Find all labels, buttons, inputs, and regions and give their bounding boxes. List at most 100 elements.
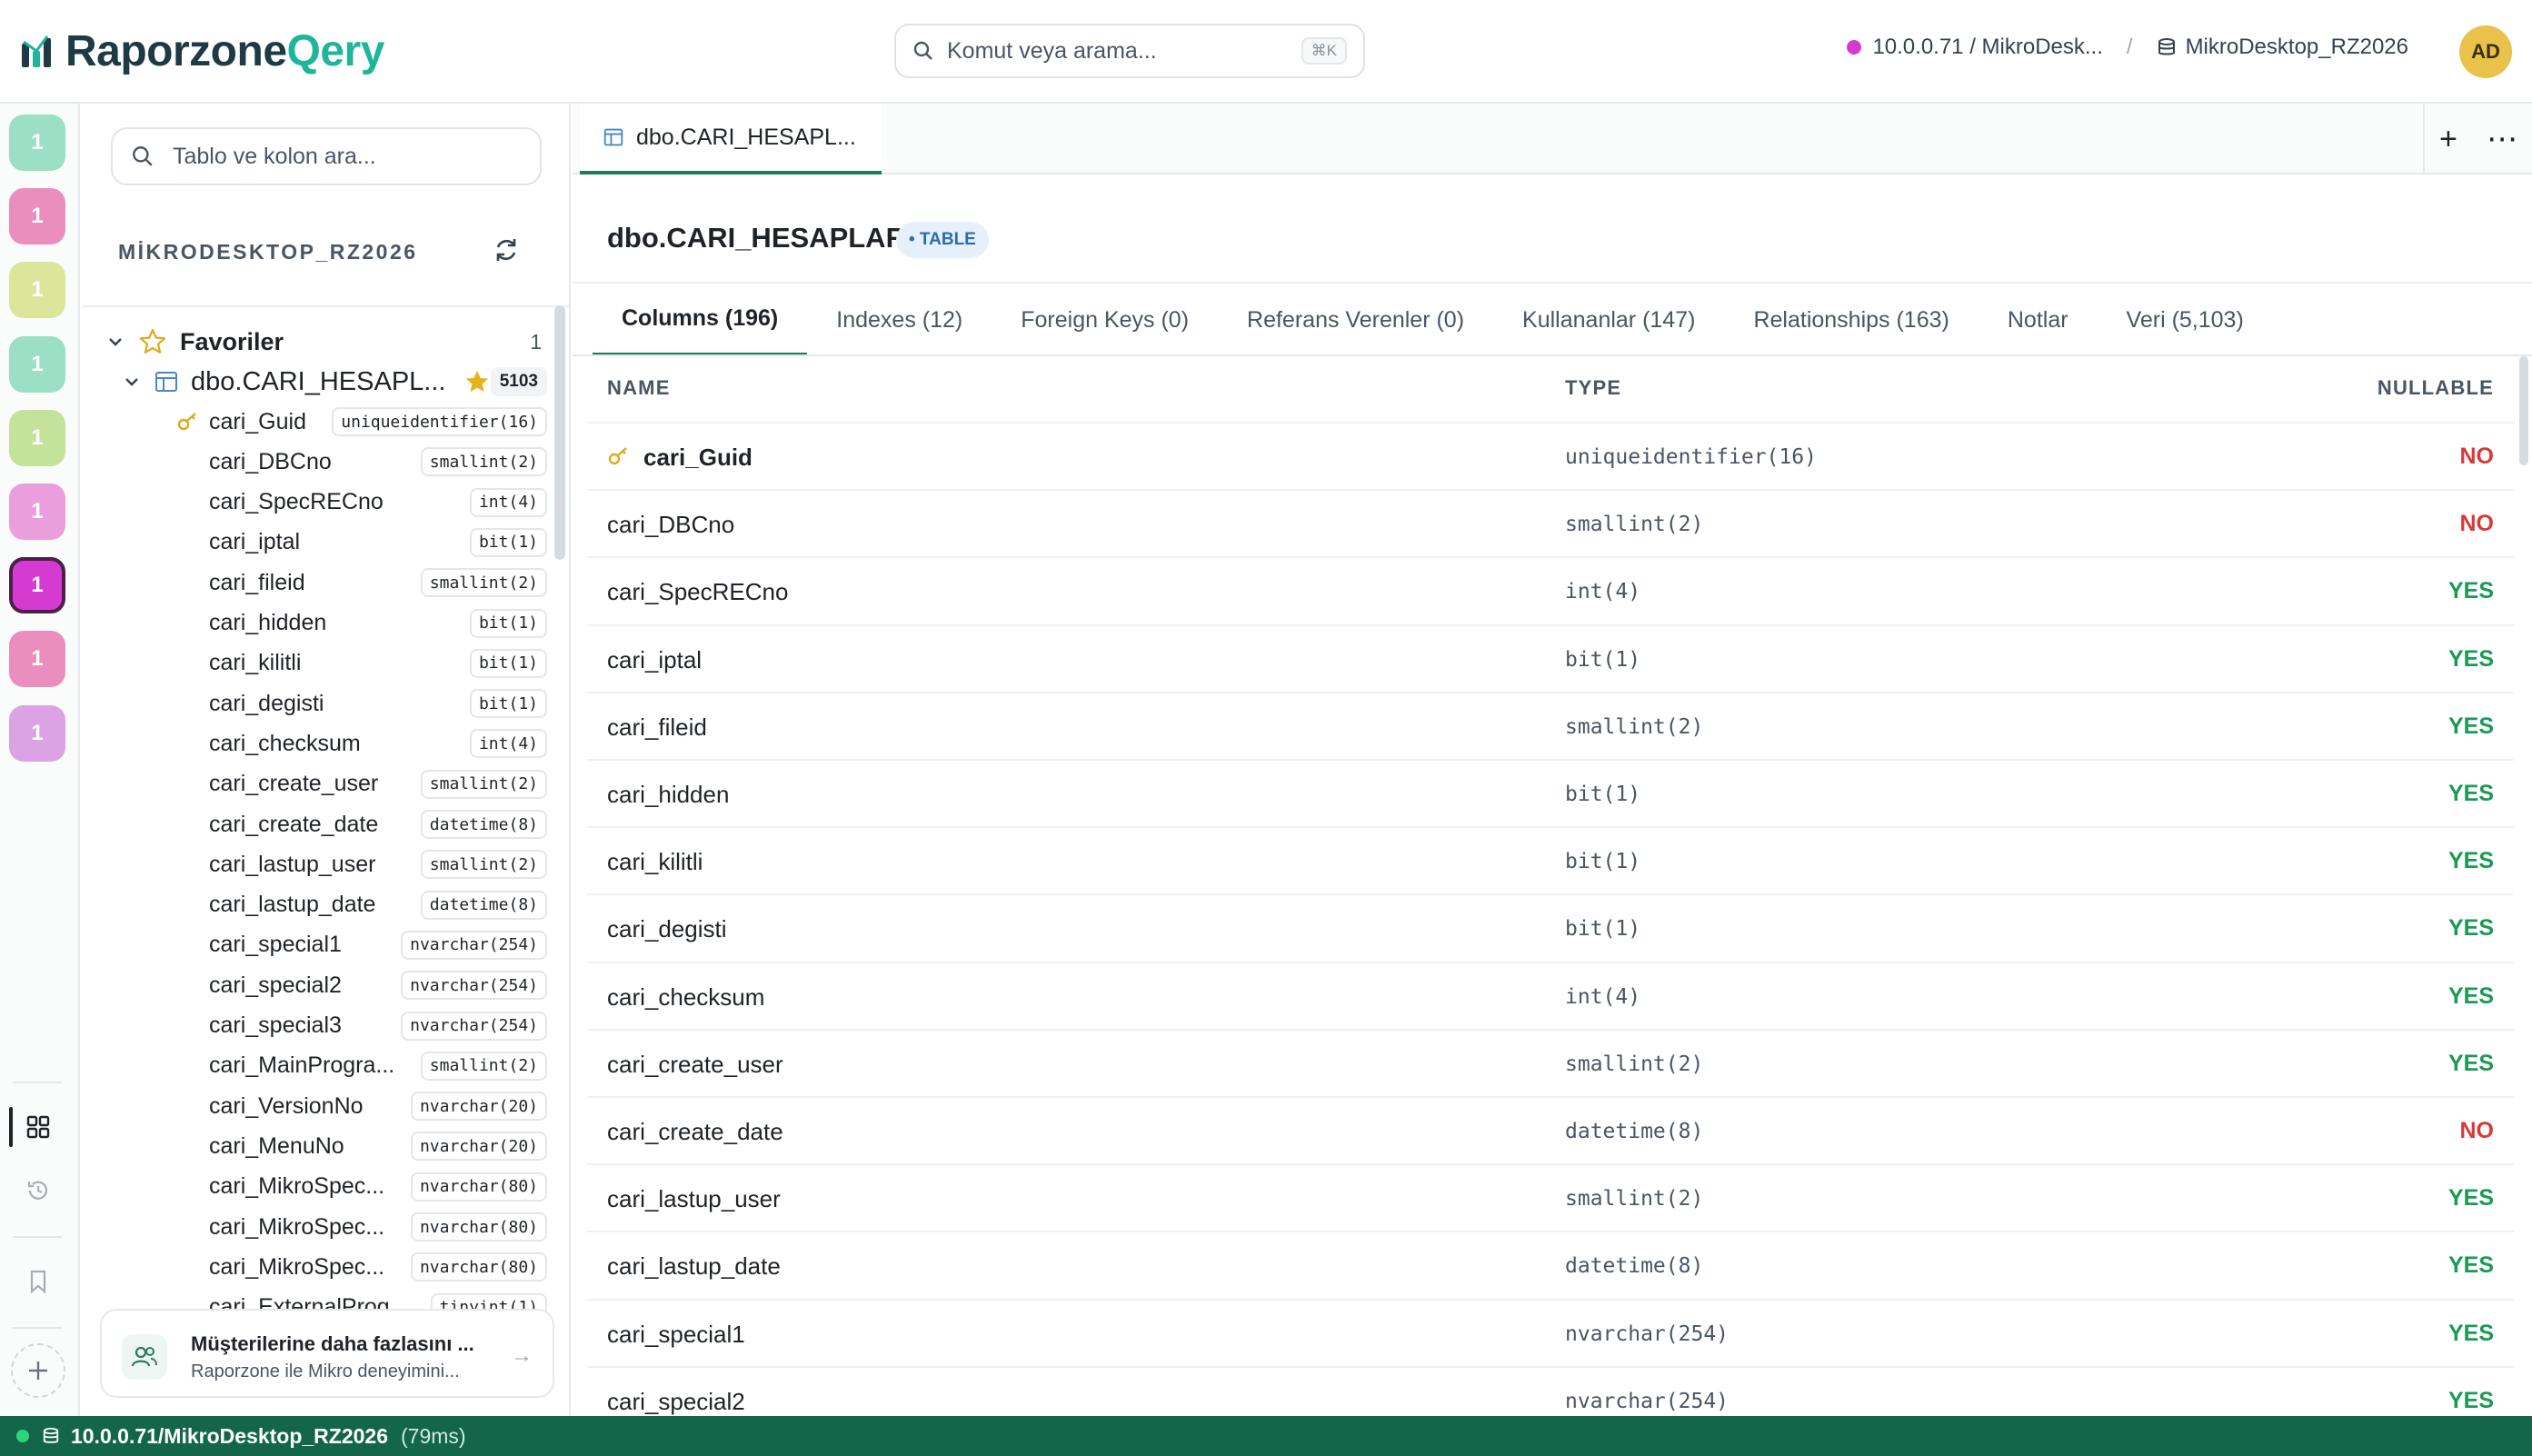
column-node[interactable]: cari_MikroSpec... nvarchar(80) xyxy=(82,1247,554,1287)
column-node[interactable]: cari_special1 nvarchar(254) xyxy=(82,925,554,965)
column-node[interactable]: cari_DBCno smallint(2) xyxy=(82,442,554,482)
column-node[interactable]: cari_lastup_user smallint(2) xyxy=(82,844,554,884)
table-search-input[interactable]: Tablo ve kolon ara... xyxy=(111,127,542,185)
workspace-button[interactable]: 1 xyxy=(9,704,65,762)
cell-nullable: YES xyxy=(2447,578,2494,604)
new-tab-button[interactable]: + xyxy=(2439,122,2457,157)
workspace-button[interactable]: 1 xyxy=(9,188,65,245)
column-node[interactable]: cari_MenuNo nvarchar(20) xyxy=(82,1126,554,1166)
header-name[interactable]: NAME xyxy=(607,376,671,400)
workspace-button[interactable]: 1 xyxy=(9,631,65,688)
column-node[interactable]: cari_special3 nvarchar(254) xyxy=(82,1006,554,1046)
user-avatar[interactable]: AD xyxy=(2459,25,2512,78)
table-row[interactable]: cari_lastup_user smallint(2) YES xyxy=(587,1163,2514,1231)
table-node[interactable]: dbo.CARI_HESAPL... 5103 xyxy=(82,362,554,402)
column-node[interactable]: cari_create_date datetime(8) xyxy=(82,804,554,844)
star-filled-icon[interactable] xyxy=(464,368,491,395)
workspace-button[interactable]: 1 xyxy=(9,262,65,319)
column-node[interactable]: cari_checksum int(4) xyxy=(82,723,554,763)
table-row[interactable]: cari_create_user smallint(2) YES xyxy=(587,1028,2514,1096)
app-logo[interactable]: RaporzoneQery xyxy=(20,24,384,78)
connection-label[interactable]: 10.0.0.71 / MikroDesk... xyxy=(1872,35,2102,60)
cell-type: datetime(8) xyxy=(1565,1254,1704,1279)
tab-kullananlar-147[interactable]: Kullananlar (147) xyxy=(1493,284,1724,356)
column-node-name: cari_MainProgra... xyxy=(209,1052,395,1079)
column-node[interactable]: cari_fileid smallint(2) xyxy=(82,563,554,603)
column-node[interactable]: cari_MikroSpec... nvarchar(80) xyxy=(82,1207,554,1247)
tab-foreign-keys-0[interactable]: Foreign Keys (0) xyxy=(992,284,1218,356)
column-node-type: nvarchar(80) xyxy=(410,1212,547,1242)
table-row[interactable]: cari_DBCno smallint(2) NO xyxy=(587,489,2514,556)
table-row[interactable]: cari_kilitli bit(1) YES xyxy=(587,826,2514,893)
favorites-node[interactable]: Favoriler 1 xyxy=(82,322,554,362)
column-node[interactable]: cari_MainProgra... smallint(2) xyxy=(82,1046,554,1086)
refresh-icon[interactable] xyxy=(491,234,522,265)
table-row[interactable]: cari_iptal bit(1) YES xyxy=(587,623,2514,692)
cell-type: uniqueidentifier(16) xyxy=(1565,445,1817,469)
tab-notlar[interactable]: Notlar xyxy=(1979,284,2098,356)
column-node[interactable]: cari_VersionNo nvarchar(20) xyxy=(82,1086,554,1126)
columns-grid-header: NAME TYPE NULLABLE xyxy=(587,356,2514,420)
users-icon xyxy=(122,1334,167,1380)
column-node-name: cari_special3 xyxy=(209,1012,342,1038)
column-node[interactable]: cari_iptal bit(1) xyxy=(82,523,554,563)
column-node[interactable]: cari_kilitli bit(1) xyxy=(82,643,554,683)
column-node[interactable]: cari_SpecRECno int(4) xyxy=(82,483,554,523)
explorer-scrollbar[interactable] xyxy=(554,305,565,560)
table-row[interactable]: cari_hidden bit(1) YES xyxy=(587,759,2514,826)
cell-name: cari_DBCno xyxy=(607,511,735,539)
table-row[interactable]: cari_lastup_date datetime(8) YES xyxy=(587,1231,2514,1298)
column-node[interactable]: cari_create_user smallint(2) xyxy=(82,764,554,804)
workspace-button[interactable]: 1 xyxy=(9,335,65,393)
column-node[interactable]: cari_degisti bit(1) xyxy=(82,683,554,723)
database-label[interactable]: MikroDesktop_RZ2026 xyxy=(2186,35,2408,60)
workspace-rail: 1 1 1 1 1 1 1 1 1 xyxy=(0,104,80,1416)
column-node-name: cari_MikroSpec... xyxy=(209,1213,385,1240)
table-row[interactable]: cari_special2 nvarchar(254) YES xyxy=(587,1365,2514,1416)
table-row[interactable]: cari_degisti bit(1) YES xyxy=(587,893,2514,961)
workspace-button[interactable]: 1 xyxy=(9,484,65,540)
history-icon[interactable] xyxy=(18,1171,58,1211)
add-workspace-button[interactable] xyxy=(11,1343,65,1398)
table-row[interactable]: cari_create_date datetime(8) NO xyxy=(587,1096,2514,1163)
workspace-button[interactable]: 1 xyxy=(9,409,65,466)
table-row[interactable]: cari_SpecRECno int(4) YES xyxy=(587,556,2514,623)
table-row[interactable]: cari_special1 nvarchar(254) YES xyxy=(587,1298,2514,1366)
grid-icon[interactable] xyxy=(18,1107,58,1147)
bookmark-icon[interactable] xyxy=(18,1262,58,1301)
cell-type: bit(1) xyxy=(1565,917,1641,942)
tab-veri-5-103[interactable]: Veri (5,103) xyxy=(2098,284,2273,356)
grid-scrollbar[interactable] xyxy=(2519,356,2528,465)
table-row[interactable]: cari_checksum int(4) YES xyxy=(587,961,2514,1029)
cell-type: nvarchar(254) xyxy=(1565,1321,1730,1346)
status-host[interactable]: 10.0.0.71/MikroDesktop_RZ2026 xyxy=(71,1424,388,1449)
column-node-type: smallint(2) xyxy=(420,769,547,799)
column-node[interactable]: cari_special2 nvarchar(254) xyxy=(82,965,554,1005)
column-node[interactable]: cari_hidden bit(1) xyxy=(82,603,554,643)
connection-info: 10.0.0.71 / MikroDesk... / MikroDesktop_… xyxy=(1847,35,2408,60)
tab-referans-verenler-0[interactable]: Referans Verenler (0) xyxy=(1218,284,1493,356)
workspace-button[interactable]: 1 xyxy=(9,115,65,171)
cell-type: bit(1) xyxy=(1565,783,1641,806)
table-row[interactable]: cari_fileid smallint(2) YES xyxy=(587,691,2514,759)
tab-columns-196[interactable]: Columns (196) xyxy=(593,284,808,356)
command-search[interactable]: Komut veya arama... ⌘K xyxy=(894,24,1365,78)
more-options-icon[interactable]: ⋯ xyxy=(2487,121,2517,157)
tab-table[interactable]: dbo.CARI_HESAPL... xyxy=(580,104,882,175)
promo-card[interactable]: Müşterilerine daha fazlasını ... Raporzo… xyxy=(100,1309,554,1398)
tab-actions: + ⋯ xyxy=(2423,104,2532,175)
column-node-type: smallint(2) xyxy=(420,447,547,477)
table-row[interactable]: cari_Guid uniqueidentifier(16) NO xyxy=(587,422,2514,489)
header-type[interactable]: TYPE xyxy=(1565,376,1621,400)
column-node[interactable]: cari_lastup_date datetime(8) xyxy=(82,885,554,925)
header-nullable[interactable]: NULLABLE xyxy=(2377,376,2494,400)
column-node-type: uniqueidentifier(16) xyxy=(332,407,547,436)
column-node[interactable]: cari_MikroSpec... nvarchar(80) xyxy=(82,1167,554,1207)
tab-indexes-12[interactable]: Indexes (12) xyxy=(807,284,992,356)
workspace-button[interactable]: 1 xyxy=(9,557,65,614)
cell-name: cari_lastup_date xyxy=(607,1252,781,1281)
tab-relationships-163[interactable]: Relationships (163) xyxy=(1724,284,1978,356)
column-node[interactable]: cari_Guid uniqueidentifier(16) xyxy=(82,402,554,442)
favorites-count: 1 xyxy=(530,329,542,354)
cell-type: int(4) xyxy=(1565,984,1641,1009)
